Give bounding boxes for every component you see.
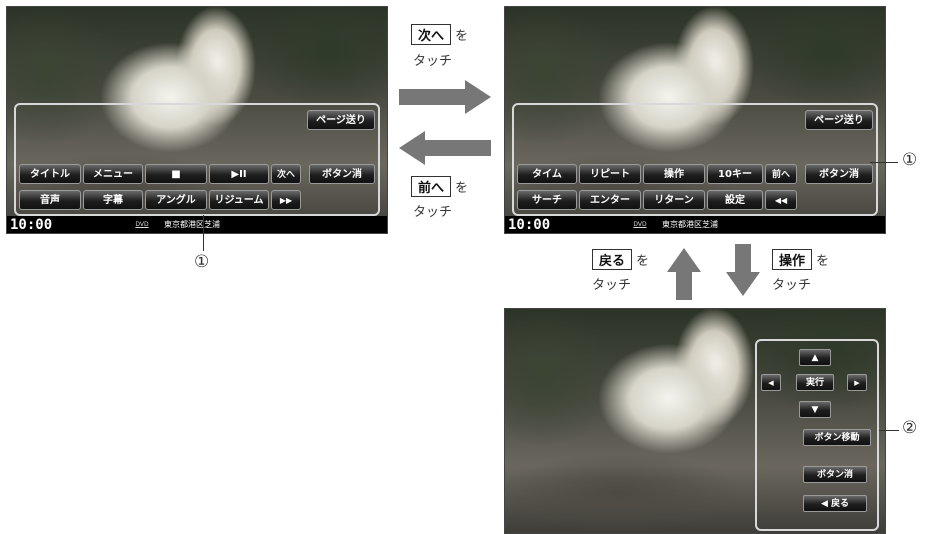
instruction-next-action: タッチ [413, 54, 453, 69]
down-arrow-icon [726, 244, 760, 296]
page-feed-button[interactable]: ページ送り [805, 110, 873, 130]
left-arrow-button[interactable]: ◀ [761, 374, 781, 391]
rewind-button[interactable]: ◀◀ [765, 190, 797, 210]
screen-page2: ページ送り タイム リピート 操作 10キー 前へ ボタン消 サーチ エンター … [504, 6, 886, 234]
tenkey-button[interactable]: 10キー [707, 164, 763, 184]
screen-page1: ページ送り タイトル メニュー ■ ▶II 次へ ボタン消 音声 字幕 アングル… [6, 6, 388, 234]
location-label: 東京都港区芝浦 [662, 220, 718, 229]
audio-button[interactable]: 音声 [19, 190, 81, 210]
instruction-ops: 操作を [772, 249, 829, 270]
enter-button[interactable]: エンター [579, 190, 641, 210]
callout-line [203, 215, 204, 251]
hide-buttons-button[interactable]: ボタン消 [309, 164, 375, 184]
next-page-button[interactable]: 次へ [271, 164, 301, 184]
right-arrow-icon [399, 80, 491, 114]
prev-key-label: 前へ [411, 176, 452, 197]
screen-cursor-ops: ▲ ◀ 実行 ▶ ▼ ボタン移動 ボタン消 ◀ 戻る [504, 308, 886, 534]
location-label: 東京都港区芝浦 [164, 220, 220, 229]
execute-button[interactable]: 実行 [796, 374, 834, 391]
back-key-label: 戻る [592, 249, 633, 270]
hide-buttons-button[interactable]: ボタン消 [805, 164, 873, 184]
callout-1-right: ① [902, 150, 918, 170]
play-pause-button[interactable]: ▶II [209, 164, 269, 184]
suffix: を [816, 254, 830, 269]
status-bar: 10:00 DVD 東京都港区芝浦 [7, 216, 387, 233]
instruction-back-action: タッチ [592, 278, 632, 293]
instruction-prev: 前へを [411, 176, 468, 197]
instruction-next: 次へを [411, 24, 468, 45]
move-button[interactable]: ボタン移動 [803, 429, 871, 446]
stop-button[interactable]: ■ [145, 164, 207, 184]
down-arrow-button[interactable]: ▼ [799, 401, 831, 418]
media-label: DVD [633, 221, 647, 228]
back-button[interactable]: ◀ 戻る [803, 495, 867, 512]
clock: 10:00 [508, 216, 551, 233]
suffix: を [455, 181, 469, 196]
instruction-back: 戻るを [592, 249, 649, 270]
up-arrow-button[interactable]: ▲ [799, 349, 831, 366]
page-feed-button[interactable]: ページ送り [307, 110, 375, 130]
right-arrow-button[interactable]: ▶ [847, 374, 867, 391]
prev-page-button[interactable]: 前へ [765, 164, 797, 184]
time-button[interactable]: タイム [517, 164, 577, 184]
operation-button[interactable]: 操作 [643, 164, 705, 184]
settings-button[interactable]: 設定 [707, 190, 763, 210]
clock: 10:00 [10, 216, 53, 233]
next-key-label: 次へ [411, 24, 452, 45]
subtitle-button[interactable]: 字幕 [83, 190, 143, 210]
suffix: を [636, 254, 650, 269]
return-button[interactable]: リターン [643, 190, 705, 210]
instruction-ops-action: タッチ [772, 278, 812, 293]
media-label: DVD [135, 221, 149, 228]
fast-forward-button[interactable]: ▶▶ [271, 190, 301, 210]
resume-button[interactable]: リジューム [209, 190, 269, 210]
menu-button[interactable]: メニュー [83, 164, 143, 184]
search-button[interactable]: サーチ [517, 190, 577, 210]
repeat-button[interactable]: リピート [579, 164, 641, 184]
callout-2: ② [902, 418, 918, 438]
callout-line [879, 430, 899, 431]
callout-line [870, 162, 898, 163]
status-bar: 10:00 DVD 東京都港区芝浦 [505, 216, 885, 233]
title-button[interactable]: タイトル [19, 164, 81, 184]
hide-buttons-button[interactable]: ボタン消 [803, 466, 867, 483]
instruction-prev-action: タッチ [413, 205, 453, 220]
suffix: を [455, 29, 469, 44]
up-arrow-icon [667, 248, 701, 300]
ops-key-label: 操作 [772, 249, 813, 270]
callout-1-left: ① [194, 252, 210, 272]
angle-button[interactable]: アングル [145, 190, 207, 210]
left-arrow-icon [399, 131, 491, 165]
